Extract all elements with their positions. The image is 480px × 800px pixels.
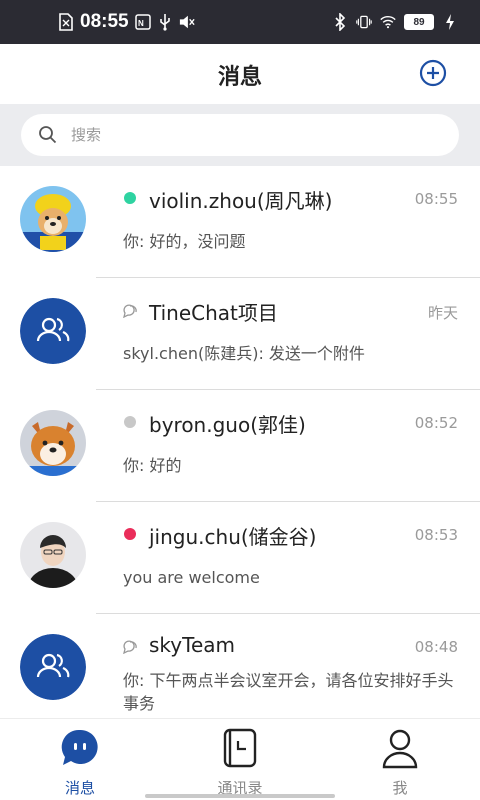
status-bar: 08:55 N 89 — [0, 0, 480, 44]
conversation-time: 08:48 — [414, 638, 458, 656]
status-time: 08:55 — [80, 11, 129, 32]
conversation-row[interactable]: skyTeam 08:48 你: 下午两点半会议室开会，请各位安排好手头事务 — [0, 614, 480, 726]
battery-icon: 89 — [404, 14, 434, 30]
sim-icon — [58, 13, 74, 31]
message-preview: 你: 好的，没问题 — [123, 232, 246, 251]
conversation-row[interactable]: TineChat项目 昨天 skyl.chen(陈建兵): 发送一个附件 — [0, 278, 480, 390]
chat-bubble-icon — [60, 727, 100, 769]
message-preview: 你: 好的 — [123, 456, 182, 475]
online-status-dot — [124, 192, 136, 204]
nav-label: 我 — [392, 779, 408, 797]
search-input[interactable] — [71, 114, 441, 156]
conversation-time: 08:53 — [414, 526, 458, 544]
charging-icon — [442, 13, 458, 31]
conversation-name: byron.guo(郭佳) — [149, 413, 306, 437]
group-chat-icon — [122, 638, 138, 655]
group-chat-icon — [122, 302, 138, 319]
group-avatar — [20, 634, 86, 700]
dog-costume-avatar — [20, 186, 86, 252]
conversation-row[interactable]: violin.zhou(周凡琳) 08:55 你: 好的，没问题 — [0, 166, 480, 278]
nav-item-messages[interactable]: 消息 — [0, 719, 160, 800]
add-circle-icon[interactable] — [419, 59, 447, 87]
nfc-icon: N — [134, 13, 151, 31]
app-header: 消息 — [0, 44, 480, 104]
conversation-name: skyTeam — [149, 633, 235, 657]
nav-item-contacts[interactable]: 通讯录 — [160, 719, 320, 800]
wifi-icon — [380, 13, 396, 31]
contacts-book-icon — [220, 727, 260, 769]
offline-status-dot — [124, 416, 136, 428]
svg-text:N: N — [138, 19, 144, 28]
message-preview: you are welcome — [123, 568, 260, 587]
conversation-time: 昨天 — [427, 304, 458, 322]
shiba-avatar — [20, 410, 86, 476]
conversation-name: jingu.chu(储金谷) — [149, 525, 317, 549]
search-bar-area — [0, 104, 480, 166]
conversation-name: violin.zhou(周凡琳) — [149, 189, 333, 213]
volume-mute-icon — [179, 13, 195, 31]
home-indicator[interactable] — [145, 794, 335, 798]
conversation-time: 08:55 — [414, 190, 458, 208]
busy-status-dot — [124, 528, 136, 540]
vibrate-icon — [356, 13, 372, 31]
conversation-list: violin.zhou(周凡琳) 08:55 你: 好的，没问题 TineCha… — [0, 166, 480, 726]
conversation-name: TineChat项目 — [149, 301, 278, 325]
bottom-nav: 消息 通讯录 我 — [0, 718, 480, 800]
conversation-row[interactable]: jingu.chu(储金谷) 08:53 you are welcome — [0, 502, 480, 614]
search-box[interactable] — [21, 114, 459, 156]
person-photo-avatar — [20, 522, 86, 588]
person-icon — [380, 727, 420, 769]
group-avatar — [20, 298, 86, 364]
conversation-row[interactable]: byron.guo(郭佳) 08:52 你: 好的 — [0, 390, 480, 502]
nav-label: 消息 — [64, 779, 95, 797]
message-preview: 你: 下午两点半会议室开会，请各位安排好手头事务 — [123, 671, 454, 713]
search-icon — [38, 125, 58, 145]
bluetooth-icon — [332, 13, 348, 31]
message-preview: skyl.chen(陈建兵): 发送一个附件 — [123, 344, 365, 363]
conversation-time: 08:52 — [414, 414, 458, 432]
usb-icon — [157, 13, 173, 31]
page-title: 消息 — [217, 65, 262, 90]
nav-item-me[interactable]: 我 — [320, 719, 480, 800]
